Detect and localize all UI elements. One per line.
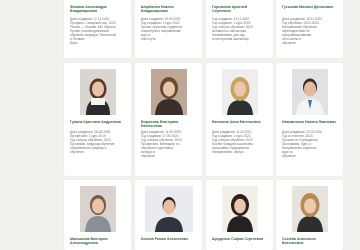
- participant-photo[interactable]: [291, 69, 328, 115]
- participant-info: Дата рождения: 11.02.2021 Год создания: 1…: [212, 130, 253, 154]
- portrait-image: [79, 69, 116, 115]
- participant-photo[interactable]: [79, 69, 116, 115]
- participant-photo[interactable]: [144, 186, 193, 232]
- portrait-image: [144, 186, 193, 232]
- portrait-image: [291, 69, 328, 115]
- participants-grid: Фомина Александра Владимировна Дата созд…: [0, 0, 360, 250]
- participant-name[interactable]: Щерденко София Сергеевна: [212, 237, 269, 241]
- participant-info: Дата создания: 19.09.2023 Год создания: 1…: [141, 17, 182, 41]
- participant-info: Дата рождения: 18.11.2023 Год обучения: 2…: [282, 17, 322, 45]
- participant-name[interactable]: Шорбалин Никита Владимирович: [141, 5, 198, 13]
- portrait-image: [221, 186, 258, 232]
- participant-card[interactable]: Гуськова Михаил Денисович Дата рождения:…: [276, 0, 343, 58]
- participant-card[interactable]: Шорбалин Никита Владимирович Дата создан…: [135, 0, 202, 58]
- participant-name[interactable]: Малышева Виктория Александровна: [70, 237, 127, 245]
- portrait-image: [291, 186, 328, 232]
- participant-name[interactable]: Горлачева Ариелей Сергеевич: [212, 5, 269, 13]
- participant-info: Дата рождения: 20.03.2002 Год и отчество:…: [282, 130, 323, 158]
- participant-card[interactable]: Гулина Кристина Андреевна Дата рождения:…: [64, 63, 131, 176]
- participant-card[interactable]: Фомина Александра Владимировна Дата созд…: [64, 0, 131, 58]
- portrait-image: [79, 186, 116, 232]
- portrait-image: [221, 69, 258, 115]
- participant-card[interactable]: Назимнисин Никита Павлович Дата рождения…: [276, 63, 343, 176]
- participant-name[interactable]: Козлов Роман Алексеевич: [141, 237, 198, 241]
- participant-name[interactable]: Сычёва Анастасия Витальевна: [282, 237, 339, 245]
- participant-info: Дата создания: 17.11.2024 Профиль: Сахарн…: [70, 17, 117, 45]
- participant-photo[interactable]: [221, 186, 258, 232]
- participant-name[interactable]: Фомина Александра Владимировна: [70, 5, 127, 13]
- participant-photo[interactable]: [291, 186, 328, 232]
- participant-name[interactable]: Воронова Екатерина Евгеньевна: [141, 120, 198, 128]
- participant-name[interactable]: Гуськова Михаил Денисович: [282, 5, 339, 9]
- participant-card[interactable]: Горлачева Ариелей Сергеевич Год создания…: [206, 0, 273, 58]
- participant-photo[interactable]: [221, 69, 258, 115]
- participant-name[interactable]: Гулина Кристина Андреевна: [70, 120, 127, 124]
- participant-name[interactable]: Евгенина Анна Евгеньевна: [212, 120, 269, 124]
- participant-info: Дата рождения: 11.09.2009 Год создания: 2…: [141, 130, 182, 158]
- participant-name[interactable]: Назимнисин Никита Павлович: [282, 120, 339, 124]
- participant-info: Дата рождения: 28.08.2009 Профессия: 1 ку…: [70, 130, 115, 154]
- participant-info: Год создания: 19.11.2020 Год создания: 1 …: [212, 17, 253, 41]
- participant-photo[interactable]: [79, 186, 116, 232]
- participant-photo[interactable]: [150, 69, 187, 115]
- participant-card[interactable]: Евгенина Анна Евгеньевна Дата рождения: …: [206, 63, 273, 176]
- participant-card[interactable]: Воронова Екатерина Евгеньевна Дата рожде…: [135, 63, 202, 176]
- portrait-image: [150, 69, 187, 115]
